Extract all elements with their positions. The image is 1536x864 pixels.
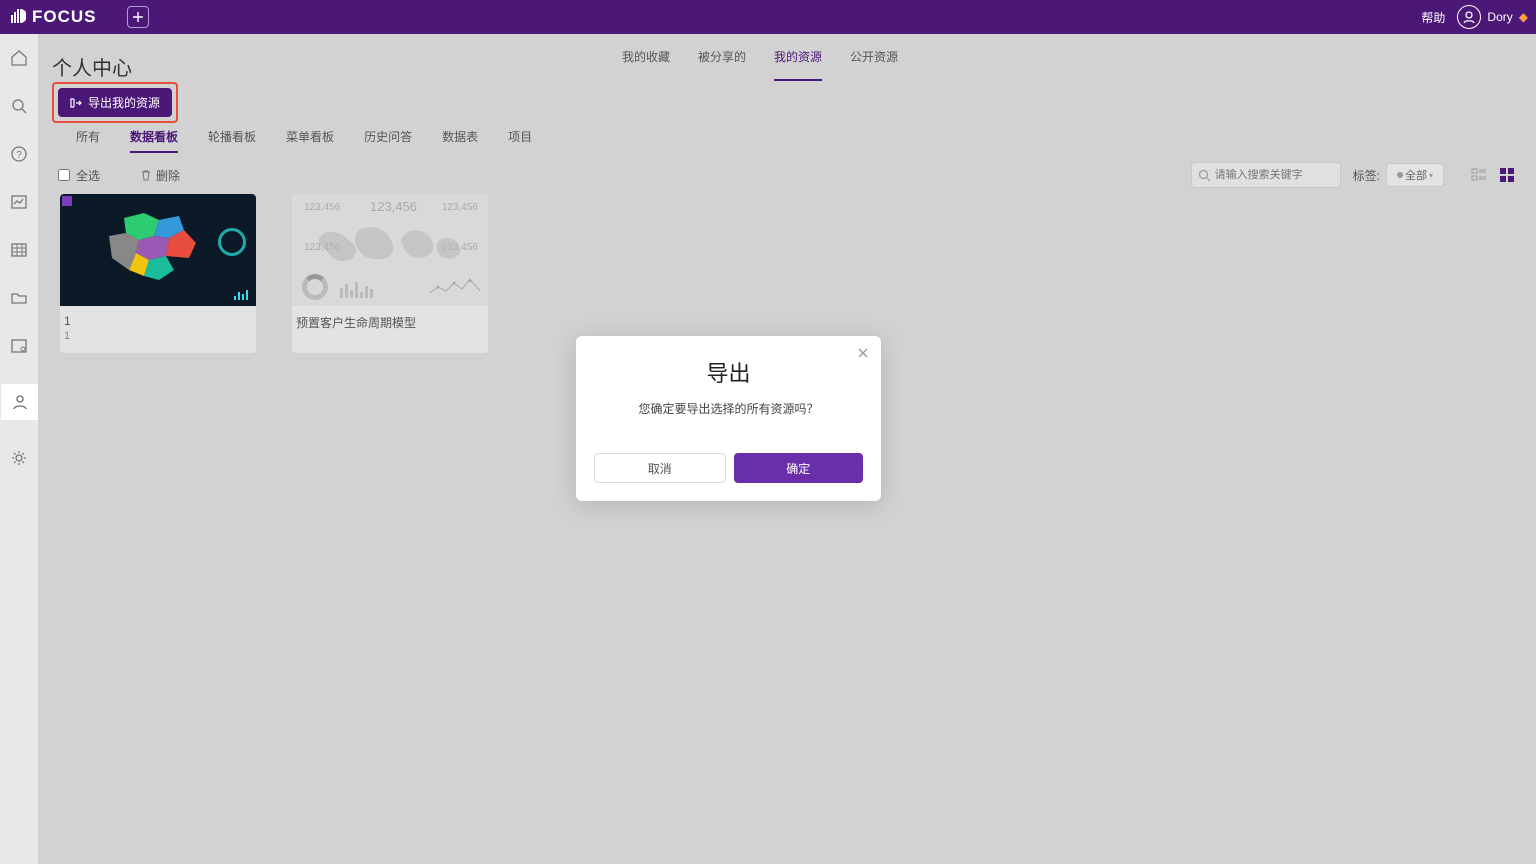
modal-title: 导出 bbox=[594, 356, 863, 388]
modal-cancel-button[interactable]: 取消 bbox=[594, 453, 726, 483]
close-icon bbox=[857, 347, 869, 359]
modal-message: 您确定要导出选择的所有资源吗？ bbox=[594, 400, 863, 417]
modal-close-button[interactable] bbox=[857, 346, 869, 362]
modal-ok-button[interactable]: 确定 bbox=[734, 453, 864, 483]
export-modal: 导出 您确定要导出选择的所有资源吗？ 取消 确定 bbox=[576, 336, 881, 501]
